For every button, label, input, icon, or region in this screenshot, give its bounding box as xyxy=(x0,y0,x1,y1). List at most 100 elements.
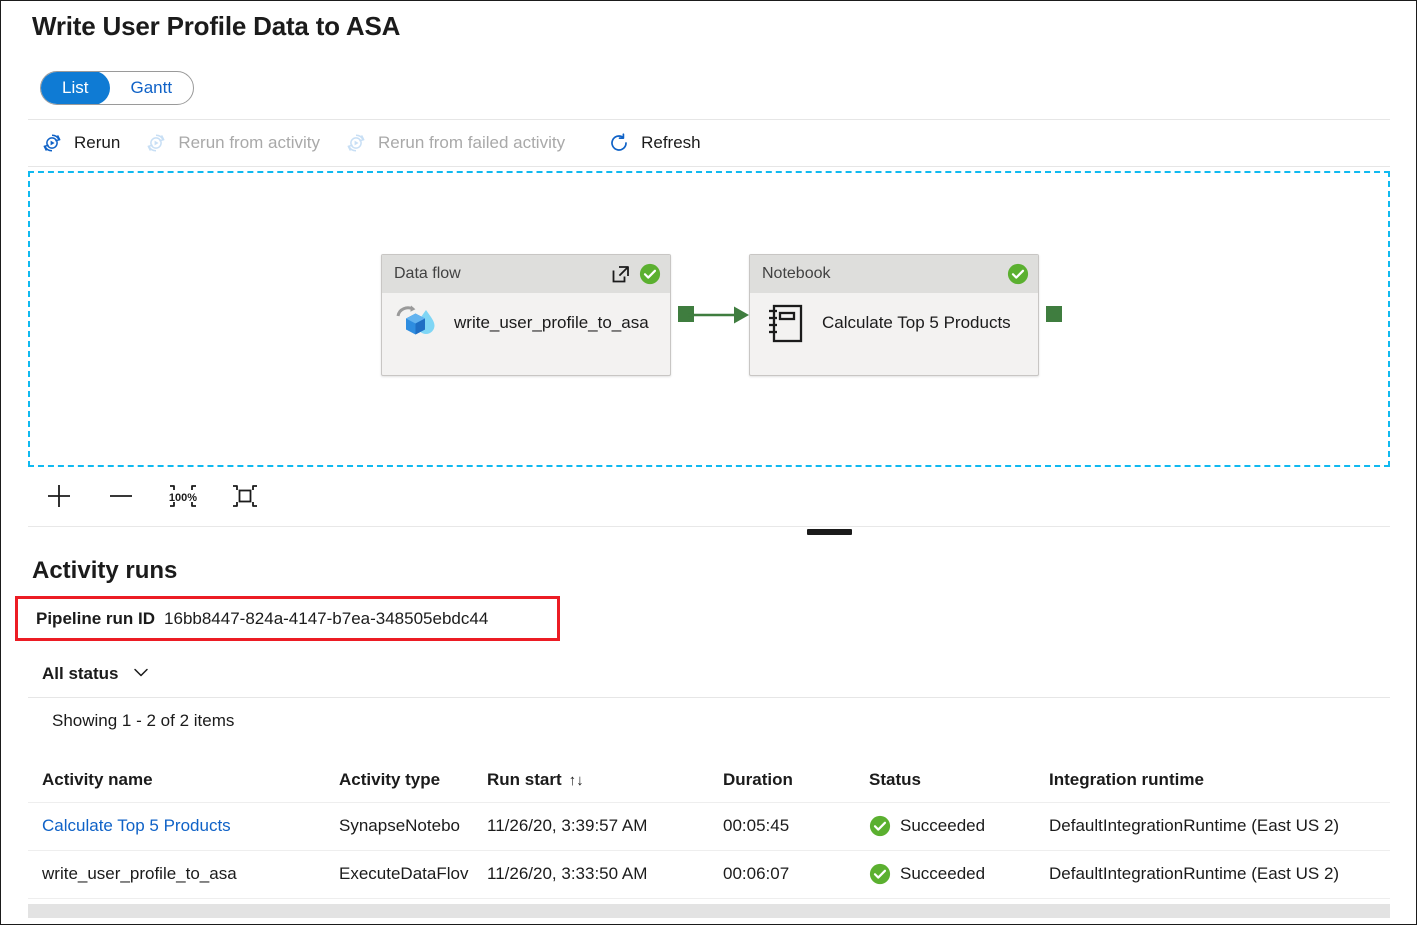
cell-integration-runtime: DefaultIntegrationRuntime (East US 2) xyxy=(1035,849,1390,899)
all-status-filter-dropdown[interactable]: All status xyxy=(28,654,165,694)
open-in-new-icon[interactable] xyxy=(609,262,633,286)
column-header-status[interactable]: Status xyxy=(855,758,1035,802)
command-bar: Rerun Rerun from activity Rerun from fai… xyxy=(28,119,1390,167)
all-status-filter-label: All status xyxy=(42,664,119,683)
rerun-label: Rerun xyxy=(74,133,121,152)
duration-text: 00:06:07 xyxy=(723,864,790,883)
zoom-to-fit-button[interactable] xyxy=(214,474,276,522)
status-success-icon xyxy=(1007,263,1029,285)
duration-text: 00:05:45 xyxy=(723,816,790,835)
rerun-from-failed-activity-label: Rerun from failed activity xyxy=(378,133,566,152)
column-label: Activity type xyxy=(339,769,441,789)
node-activity-name: write_user_profile_to_asa xyxy=(454,313,649,333)
cell-run-start: 11/26/20, 3:33:50 AM xyxy=(473,849,709,899)
sort-arrows-icon[interactable]: ↑↓ xyxy=(569,772,584,789)
activity-runs-table: Activity name Activity type Run start ↑↓ … xyxy=(28,758,1390,899)
zoom-out-button[interactable] xyxy=(90,474,152,522)
zoom-100-percent-icon: 100% xyxy=(166,481,200,514)
pipeline-run-id-highlight: Pipeline run ID 16bb8447-824a-4147-b7ea-… xyxy=(15,596,560,641)
fit-to-screen-icon xyxy=(230,481,260,514)
status-badge: Succeeded xyxy=(900,864,986,883)
column-label: Activity name xyxy=(42,769,153,789)
status-success-icon xyxy=(869,863,891,885)
run-start-text: 11/26/20, 3:39:57 AM xyxy=(487,816,648,835)
column-header-duration[interactable]: Duration xyxy=(709,758,855,802)
column-header-run-start[interactable]: Run start ↑↓ xyxy=(473,758,709,802)
rerun-from-activity-icon xyxy=(144,131,168,155)
cell-activity-name[interactable]: write_user_profile_to_asa xyxy=(28,849,325,899)
zoom-reset-button[interactable]: 100% xyxy=(152,474,214,522)
horizontal-scrollbar[interactable] xyxy=(28,904,1390,918)
node-header: Notebook xyxy=(750,255,1038,293)
cell-run-start: 11/26/20, 3:39:57 AM xyxy=(473,801,709,850)
column-label: Status xyxy=(869,769,921,789)
rerun-from-failed-activity-button[interactable]: Rerun from failed activity xyxy=(332,121,577,165)
rerun-icon xyxy=(40,131,64,155)
activity-node-data-flow[interactable]: Data flow write_user_profile_to_asa xyxy=(381,254,694,376)
minus-icon xyxy=(106,481,136,514)
activity-type-text: ExecuteDataFlov xyxy=(339,864,469,883)
cell-status: Succeeded xyxy=(855,801,1035,850)
pipeline-canvas[interactable]: Data flow write_user_profile_to_asa Note… xyxy=(28,171,1390,467)
node-activity-name: Calculate Top 5 Products xyxy=(822,313,1011,333)
rerun-button[interactable]: Rerun xyxy=(28,121,132,165)
activity-runs-title: Activity runs xyxy=(32,557,178,584)
integration-runtime-text: DefaultIntegrationRuntime (East US 2) xyxy=(1049,864,1340,883)
status-badge: Succeeded xyxy=(900,816,986,835)
activity-name-text: write_user_profile_to_asa xyxy=(42,864,237,883)
tab-list[interactable]: List xyxy=(41,72,111,104)
run-start-text: 11/26/20, 3:33:50 AM xyxy=(487,864,648,883)
svg-text:100%: 100% xyxy=(169,492,197,504)
cell-duration: 00:06:07 xyxy=(709,849,855,899)
node-type-label: Data flow xyxy=(394,265,461,282)
refresh-label: Refresh xyxy=(641,133,701,152)
activity-type-text: SynapseNotebo xyxy=(339,816,460,835)
showing-items-count: Showing 1 - 2 of 2 items xyxy=(52,711,235,730)
cell-activity-type: SynapseNotebo xyxy=(325,801,473,850)
canvas-zoom-controls: 100% xyxy=(28,469,1390,527)
cell-integration-runtime: DefaultIntegrationRuntime (East US 2) xyxy=(1035,801,1390,850)
pipeline-run-id-label: Pipeline run ID xyxy=(36,608,156,628)
column-label: Integration runtime xyxy=(1049,769,1204,789)
connector-data-flow-to-notebook xyxy=(688,306,749,324)
table-header-row: Activity name Activity type Run start ↑↓ … xyxy=(28,758,1390,802)
node-type-label: Notebook xyxy=(762,265,831,282)
view-toggle: List Gantt xyxy=(40,71,195,105)
notebook-icon xyxy=(760,300,812,346)
page-title: Write User Profile Data to ASA xyxy=(32,11,401,41)
node-body: write_user_profile_to_asa xyxy=(382,293,670,353)
rerun-from-failed-activity-icon xyxy=(344,131,368,155)
status-success-icon xyxy=(869,815,891,837)
column-header-activity-type[interactable]: Activity type xyxy=(325,758,473,802)
rerun-from-activity-button[interactable]: Rerun from activity xyxy=(132,121,332,165)
chevron-down-icon xyxy=(131,662,151,687)
plus-icon xyxy=(44,481,74,514)
column-header-activity-name[interactable]: Activity name xyxy=(28,758,325,802)
column-label: Run start xyxy=(487,769,562,789)
activity-node-notebook[interactable]: Notebook Calculate Top 5 Products xyxy=(749,254,1062,376)
column-header-integration-runtime[interactable]: Integration runtime xyxy=(1035,758,1390,802)
rerun-from-activity-label: Rerun from activity xyxy=(178,133,321,152)
pipeline-run-id-value: 16bb8447-824a-4147-b7ea-348505ebdc44 xyxy=(164,608,489,628)
cell-status: Succeeded xyxy=(855,849,1035,899)
cell-activity-name[interactable]: Calculate Top 5 Products xyxy=(28,801,325,850)
column-label: Duration xyxy=(723,769,793,789)
status-success-icon xyxy=(639,263,661,285)
panel-splitter-handle[interactable] xyxy=(807,529,852,535)
pipeline-run-monitor-page: Write User Profile Data to ASA List Gant… xyxy=(0,0,1417,925)
node-body: Calculate Top 5 Products xyxy=(750,293,1038,353)
tab-gantt[interactable]: Gantt xyxy=(109,72,193,104)
node-output-port[interactable] xyxy=(1046,306,1062,322)
table-row[interactable]: Calculate Top 5 Products SynapseNotebo 1… xyxy=(28,801,1390,850)
integration-runtime-text: DefaultIntegrationRuntime (East US 2) xyxy=(1049,816,1340,835)
zoom-in-button[interactable] xyxy=(28,474,90,522)
data-flow-icon xyxy=(392,300,444,346)
status-filter-bar: All status xyxy=(28,651,1390,698)
refresh-icon xyxy=(607,131,631,155)
node-header: Data flow xyxy=(382,255,670,293)
cell-activity-type: ExecuteDataFlov xyxy=(325,849,473,899)
refresh-button[interactable]: Refresh xyxy=(595,121,713,165)
activity-name-link[interactable]: Calculate Top 5 Products xyxy=(42,816,231,835)
cell-duration: 00:05:45 xyxy=(709,801,855,850)
table-row[interactable]: write_user_profile_to_asa ExecuteDataFlo… xyxy=(28,849,1390,899)
